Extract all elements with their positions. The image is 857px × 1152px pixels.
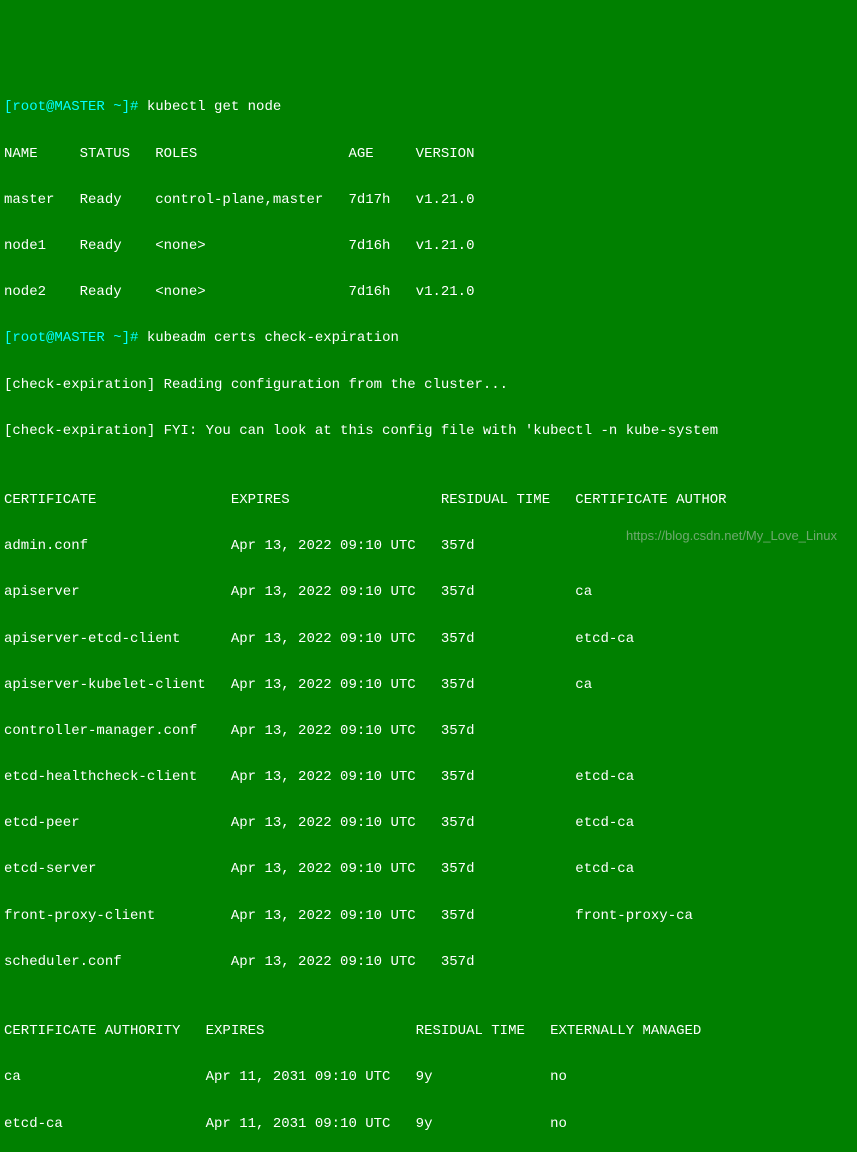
cert-row: etcd-healthcheck-client Apr 13, 2022 09:… [4, 766, 853, 789]
ca-row: etcd-ca Apr 11, 2031 09:10 UTC 9y no [4, 1113, 853, 1136]
node-row: master Ready control-plane,master 7d17h … [4, 189, 853, 212]
cert-row: front-proxy-client Apr 13, 2022 09:10 UT… [4, 905, 853, 928]
prompt: [root@MASTER ~]# [4, 99, 147, 115]
ca-header: CERTIFICATE AUTHORITY EXPIRES RESIDUAL T… [4, 1020, 853, 1043]
cert-row: scheduler.conf Apr 13, 2022 09:10 UTC 35… [4, 951, 853, 974]
certs-header: CERTIFICATE EXPIRES RESIDUAL TIME CERTIF… [4, 489, 853, 512]
cert-row: apiserver-etcd-client Apr 13, 2022 09:10… [4, 628, 853, 651]
check-msg-1: [check-expiration] Reading configuration… [4, 374, 853, 397]
command-2: kubeadm certs check-expiration [147, 330, 399, 346]
cert-row: controller-manager.conf Apr 13, 2022 09:… [4, 720, 853, 743]
cert-row: etcd-server Apr 13, 2022 09:10 UTC 357d … [4, 858, 853, 881]
prompt-line-2: [root@MASTER ~]# kubeadm certs check-exp… [4, 327, 853, 350]
node-row: node1 Ready <none> 7d16h v1.21.0 [4, 235, 853, 258]
cert-row: admin.conf Apr 13, 2022 09:10 UTC 357d [4, 535, 853, 558]
nodes-header: NAME STATUS ROLES AGE VERSION [4, 143, 853, 166]
node-row: node2 Ready <none> 7d16h v1.21.0 [4, 281, 853, 304]
ca-row: ca Apr 11, 2031 09:10 UTC 9y no [4, 1066, 853, 1089]
prompt-line-1: [root@MASTER ~]# kubectl get node [4, 96, 853, 119]
command-1: kubectl get node [147, 99, 281, 115]
prompt: [root@MASTER ~]# [4, 330, 147, 346]
check-msg-2: [check-expiration] FYI: You can look at … [4, 420, 853, 443]
cert-row: apiserver Apr 13, 2022 09:10 UTC 357d ca [4, 581, 853, 604]
cert-row: etcd-peer Apr 13, 2022 09:10 UTC 357d et… [4, 812, 853, 835]
cert-row: apiserver-kubelet-client Apr 13, 2022 09… [4, 674, 853, 697]
